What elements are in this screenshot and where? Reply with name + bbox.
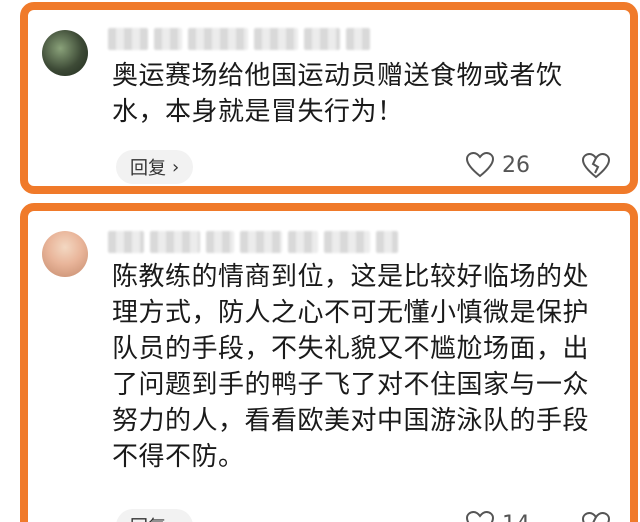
like-count: 26 — [502, 152, 530, 178]
avatar[interactable] — [42, 231, 88, 277]
like-count: 14 — [502, 512, 530, 522]
comment-text: 陈教练的情商到位，这是比较好临场的处理方式，防人之心不可无懂小慎微是保护队员的手… — [112, 262, 590, 472]
reply-label: 回复 — [130, 158, 166, 179]
reply-button[interactable]: 回复 › — [116, 150, 194, 184]
blurred-username — [108, 231, 398, 253]
avatar[interactable] — [42, 30, 88, 76]
heart-outline-icon — [466, 152, 494, 178]
comment-card: 奥运赛场给他国运动员赠送食物或者饮水，本身就是冒失行为！ 回复 › 26 — [20, 2, 638, 194]
blurred-username — [108, 28, 370, 50]
chevron-right-icon: › — [172, 516, 179, 522]
broken-heart-icon[interactable] — [582, 153, 610, 179]
reply-label: 回复 — [130, 513, 166, 522]
comment-card: 陈教练的情商到位，这是比较好临场的处理方式，防人之心不可无懂小慎微是保护队员的手… — [20, 203, 638, 522]
broken-heart-icon[interactable] — [582, 512, 610, 522]
comments-screenshot: 奥运赛场给他国运动员赠送食物或者饮水，本身就是冒失行为！ 回复 › 26 陈教练… — [0, 0, 640, 522]
comment-text: 奥运赛场给他国运动员赠送食物或者饮水，本身就是冒失行为！ — [112, 61, 563, 127]
like-button[interactable]: 26 — [466, 152, 530, 178]
reply-button[interactable]: 回复 › — [116, 509, 194, 522]
like-button[interactable]: 14 — [466, 511, 530, 522]
heart-outline-icon — [466, 511, 494, 522]
chevron-right-icon: › — [172, 156, 180, 178]
